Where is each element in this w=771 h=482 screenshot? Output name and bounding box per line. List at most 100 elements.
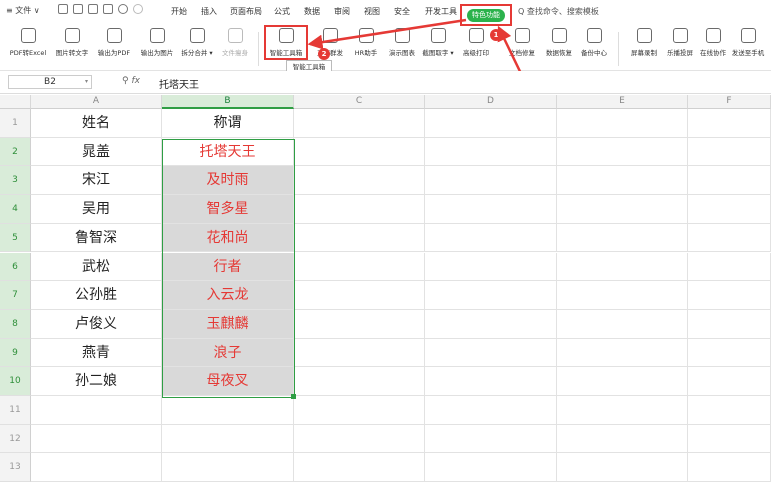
cell-D11[interactable] xyxy=(425,396,557,425)
cell-F3[interactable] xyxy=(688,166,771,196)
column-header-B[interactable]: B xyxy=(162,95,294,109)
name-box[interactable]: B2 ▾ xyxy=(8,75,92,89)
cell-E4[interactable] xyxy=(557,195,688,224)
cell-C11[interactable] xyxy=(294,396,425,425)
cell-F2[interactable] xyxy=(688,137,771,167)
cell-E11[interactable] xyxy=(557,396,688,425)
cell-C12[interactable] xyxy=(294,424,425,454)
cell-F1[interactable] xyxy=(688,109,771,138)
cell-F7[interactable] xyxy=(688,281,771,310)
cell-B13[interactable] xyxy=(162,453,294,482)
cell-F4[interactable] xyxy=(688,195,771,224)
cell-B9[interactable]: 浪子 xyxy=(162,338,294,368)
row-header-12[interactable]: 12 xyxy=(0,424,31,454)
row-header-4[interactable]: 4 xyxy=(0,195,31,224)
cell-B7[interactable]: 入云龙 xyxy=(162,281,294,310)
cell-B3[interactable]: 及时雨 xyxy=(162,166,294,196)
cell-D10[interactable] xyxy=(425,367,557,396)
cell-E2[interactable] xyxy=(557,137,688,167)
cell-A8[interactable]: 卢俊义 xyxy=(31,309,162,339)
row-header-2[interactable]: 2 xyxy=(0,137,31,167)
row-header-5[interactable]: 5 xyxy=(0,223,31,253)
cell-C2[interactable] xyxy=(294,137,425,167)
cell-F8[interactable] xyxy=(688,309,771,339)
row-header-11[interactable]: 11 xyxy=(0,396,31,425)
row-header-1[interactable]: 1 xyxy=(0,109,31,138)
cell-C5[interactable] xyxy=(294,223,425,253)
cell-E7[interactable] xyxy=(557,281,688,310)
row-header-10[interactable]: 10 xyxy=(0,367,31,396)
fx-icon[interactable]: ⚲ fx xyxy=(122,76,140,86)
cell-A13[interactable] xyxy=(31,453,162,482)
cell-A6[interactable]: 武松 xyxy=(31,252,162,282)
cell-A4[interactable]: 吴用 xyxy=(31,195,162,224)
cell-F9[interactable] xyxy=(688,338,771,368)
cell-D5[interactable] xyxy=(425,223,557,253)
cell-E8[interactable] xyxy=(557,309,688,339)
cell-F13[interactable] xyxy=(688,453,771,482)
column-header-F[interactable]: F xyxy=(688,95,771,109)
cell-D7[interactable] xyxy=(425,281,557,310)
cell-C1[interactable] xyxy=(294,109,425,138)
cell-E13[interactable] xyxy=(557,453,688,482)
cell-B1[interactable]: 称谓 xyxy=(162,109,294,138)
cell-A12[interactable] xyxy=(31,424,162,454)
cell-D4[interactable] xyxy=(425,195,557,224)
cell-D2[interactable] xyxy=(425,137,557,167)
cell-B5[interactable]: 花和尚 xyxy=(162,223,294,253)
cell-A11[interactable] xyxy=(31,396,162,425)
select-all-corner[interactable] xyxy=(0,95,31,109)
cell-E3[interactable] xyxy=(557,166,688,196)
cell-E1[interactable] xyxy=(557,109,688,138)
cell-E6[interactable] xyxy=(557,252,688,282)
cell-C13[interactable] xyxy=(294,453,425,482)
column-header-C[interactable]: C xyxy=(294,95,425,109)
cell-F10[interactable] xyxy=(688,367,771,396)
cell-B2[interactable]: 托塔天王 xyxy=(162,137,294,167)
cell-D1[interactable] xyxy=(425,109,557,138)
cell-B4[interactable]: 智多星 xyxy=(162,195,294,224)
row-header-3[interactable]: 3 xyxy=(0,166,31,196)
cell-D12[interactable] xyxy=(425,424,557,454)
cell-A5[interactable]: 鲁智深 xyxy=(31,223,162,253)
cell-F11[interactable] xyxy=(688,396,771,425)
cell-B8[interactable]: 玉麒麟 xyxy=(162,309,294,339)
cell-C3[interactable] xyxy=(294,166,425,196)
cell-D6[interactable] xyxy=(425,252,557,282)
cell-C9[interactable] xyxy=(294,338,425,368)
row-header-8[interactable]: 8 xyxy=(0,309,31,339)
cell-E10[interactable] xyxy=(557,367,688,396)
cell-B6[interactable]: 行者 xyxy=(162,252,294,282)
cell-C7[interactable] xyxy=(294,281,425,310)
cell-B10[interactable]: 母夜叉 xyxy=(162,367,294,396)
cell-D8[interactable] xyxy=(425,309,557,339)
cell-A3[interactable]: 宋江 xyxy=(31,166,162,196)
row-header-7[interactable]: 7 xyxy=(0,281,31,310)
cell-F12[interactable] xyxy=(688,424,771,454)
cell-C8[interactable] xyxy=(294,309,425,339)
cell-A9[interactable]: 燕青 xyxy=(31,338,162,368)
cell-C10[interactable] xyxy=(294,367,425,396)
cell-B11[interactable] xyxy=(162,396,294,425)
cell-A2[interactable]: 晁盖 xyxy=(31,137,162,167)
cell-E5[interactable] xyxy=(557,223,688,253)
cell-D9[interactable] xyxy=(425,338,557,368)
fill-handle[interactable] xyxy=(291,394,296,399)
column-header-A[interactable]: A xyxy=(31,95,162,109)
column-header-E[interactable]: E xyxy=(557,95,688,109)
row-header-9[interactable]: 9 xyxy=(0,338,31,368)
column-header-D[interactable]: D xyxy=(425,95,557,109)
cell-C6[interactable] xyxy=(294,252,425,282)
formula-input[interactable]: 托塔天王 xyxy=(159,76,199,91)
cell-E9[interactable] xyxy=(557,338,688,368)
cell-D3[interactable] xyxy=(425,166,557,196)
row-header-6[interactable]: 6 xyxy=(0,252,31,282)
row-header-13[interactable]: 13 xyxy=(0,453,31,482)
cell-A1[interactable]: 姓名 xyxy=(31,109,162,138)
cell-F6[interactable] xyxy=(688,252,771,282)
cell-F5[interactable] xyxy=(688,223,771,253)
cell-B12[interactable] xyxy=(162,424,294,454)
cell-A10[interactable]: 孙二娘 xyxy=(31,367,162,396)
cell-C4[interactable] xyxy=(294,195,425,224)
cell-E12[interactable] xyxy=(557,424,688,454)
